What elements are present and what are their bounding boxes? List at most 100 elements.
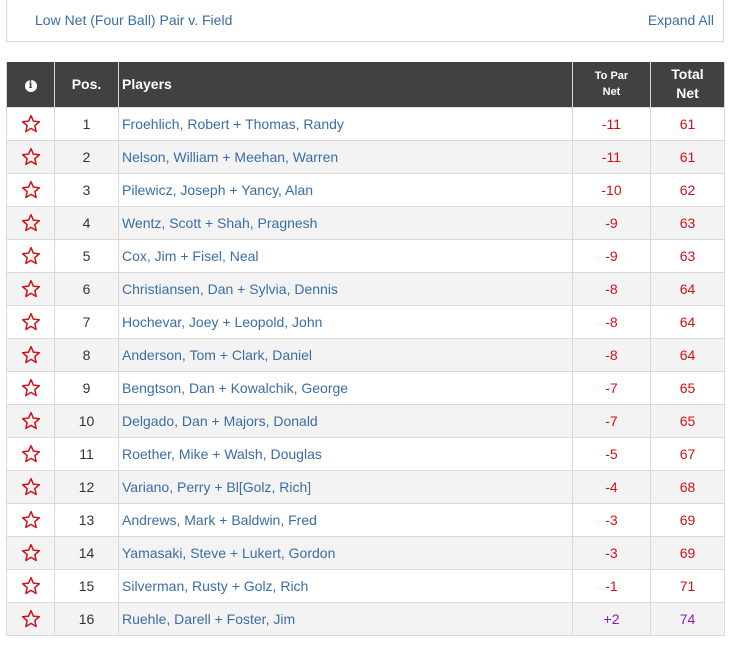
players-link[interactable]: Christiansen, Dan + Sylvia, Dennis xyxy=(118,271,573,306)
favorite-cell[interactable] xyxy=(6,403,55,438)
star-outline-icon[interactable] xyxy=(21,609,41,629)
table-header-row: i Pos. Players To Par Net Total Net xyxy=(6,62,725,107)
table-row[interactable]: 12 Variano, Perry + Bl[Golz, Rich] -4 68 xyxy=(6,469,725,504)
favorite-cell[interactable] xyxy=(6,601,55,636)
favorite-cell[interactable] xyxy=(6,568,55,603)
favorite-cell[interactable] xyxy=(6,106,55,141)
to-par-net-cell: -8 xyxy=(572,271,651,306)
position-cell: 6 xyxy=(54,271,119,306)
players-link[interactable]: Froehlich, Robert + Thomas, Randy xyxy=(118,106,573,141)
total-net-cell: 68 xyxy=(650,469,725,504)
position-cell: 4 xyxy=(54,205,119,240)
star-outline-icon[interactable] xyxy=(21,312,41,332)
favorite-cell[interactable] xyxy=(6,205,55,240)
players-link[interactable]: Delgado, Dan + Majors, Donald xyxy=(118,403,573,438)
favorite-cell[interactable] xyxy=(6,271,55,306)
position-cell: 11 xyxy=(54,436,119,471)
to-par-net-cell: -4 xyxy=(572,469,651,504)
favorite-cell[interactable] xyxy=(6,469,55,504)
favorite-cell[interactable] xyxy=(6,238,55,273)
to-par-net-cell: -3 xyxy=(572,502,651,537)
to-par-net-column-header: To Par Net xyxy=(572,62,651,107)
table-row[interactable]: 7 Hochevar, Joey + Leopold, John -8 64 xyxy=(6,304,725,339)
total-net-cell: 63 xyxy=(650,205,725,240)
star-outline-icon[interactable] xyxy=(21,378,41,398)
to-par-net-cell: -5 xyxy=(572,436,651,471)
leaderboard-header: Low Net (Four Ball) Pair v. Field Expand… xyxy=(6,0,724,42)
to-par-net-cell: -7 xyxy=(572,370,651,405)
favorite-cell[interactable] xyxy=(6,304,55,339)
star-outline-icon[interactable] xyxy=(21,345,41,365)
players-link[interactable]: Nelson, William + Meehan, Warren xyxy=(118,139,573,174)
table-row[interactable]: 10 Delgado, Dan + Majors, Donald -7 65 xyxy=(6,403,725,438)
players-link[interactable]: Variano, Perry + Bl[Golz, Rich] xyxy=(118,469,573,504)
players-link[interactable]: Wentz, Scott + Shah, Pragnesh xyxy=(118,205,573,240)
star-outline-icon[interactable] xyxy=(21,279,41,299)
total-net-cell: 62 xyxy=(650,172,725,207)
table-row[interactable]: 9 Bengtson, Dan + Kowalchik, George -7 65 xyxy=(6,370,725,405)
players-link[interactable]: Andrews, Mark + Baldwin, Fred xyxy=(118,502,573,537)
star-outline-icon[interactable] xyxy=(21,114,41,134)
info-column-header[interactable]: i xyxy=(6,62,55,107)
favorite-cell[interactable] xyxy=(6,370,55,405)
pos-column-header: Pos. xyxy=(54,62,119,107)
position-cell: 3 xyxy=(54,172,119,207)
players-link[interactable]: Silverman, Rusty + Golz, Rich xyxy=(118,568,573,603)
players-link[interactable]: Anderson, Tom + Clark, Daniel xyxy=(118,337,573,372)
players-link[interactable]: Bengtson, Dan + Kowalchik, George xyxy=(118,370,573,405)
players-link[interactable]: Yamasaki, Steve + Lukert, Gordon xyxy=(118,535,573,570)
favorite-cell[interactable] xyxy=(6,139,55,174)
table-row[interactable]: 5 Cox, Jim + Fisel, Neal -9 63 xyxy=(6,238,725,273)
expand-all-link[interactable]: Expand All xyxy=(648,12,714,28)
favorite-cell[interactable] xyxy=(6,337,55,372)
leaderboard-body: 1 Froehlich, Robert + Thomas, Randy -11 61 2… xyxy=(6,106,725,636)
to-par-net-cell: -9 xyxy=(572,238,651,273)
table-row[interactable]: 4 Wentz, Scott + Shah, Pragnesh -9 63 xyxy=(6,205,725,240)
star-outline-icon[interactable] xyxy=(21,543,41,563)
table-row[interactable]: 13 Andrews, Mark + Baldwin, Fred -3 69 xyxy=(6,502,725,537)
table-row[interactable]: 15 Silverman, Rusty + Golz, Rich -1 71 xyxy=(6,568,725,603)
to-par-header-line2: Net xyxy=(602,86,621,99)
star-outline-icon[interactable] xyxy=(21,477,41,497)
star-outline-icon[interactable] xyxy=(21,246,41,266)
players-link[interactable]: Cox, Jim + Fisel, Neal xyxy=(118,238,573,273)
star-outline-icon[interactable] xyxy=(21,576,41,596)
players-link[interactable]: Roether, Mike + Walsh, Douglas xyxy=(118,436,573,471)
star-outline-icon[interactable] xyxy=(21,213,41,233)
favorite-cell[interactable] xyxy=(6,172,55,207)
favorite-cell[interactable] xyxy=(6,436,55,471)
table-row[interactable]: 1 Froehlich, Robert + Thomas, Randy -11 61 xyxy=(6,106,725,141)
star-outline-icon[interactable] xyxy=(21,180,41,200)
total-net-cell: 74 xyxy=(650,601,725,636)
total-net-column-header: Total Net xyxy=(650,62,725,107)
to-par-net-cell: -8 xyxy=(572,337,651,372)
table-row[interactable]: 11 Roether, Mike + Walsh, Douglas -5 67 xyxy=(6,436,725,471)
table-row[interactable]: 8 Anderson, Tom + Clark, Daniel -8 64 xyxy=(6,337,725,372)
to-par-net-cell: -1 xyxy=(572,568,651,603)
table-row[interactable]: 14 Yamasaki, Steve + Lukert, Gordon -3 69 xyxy=(6,535,725,570)
to-par-net-cell: -11 xyxy=(572,139,651,174)
info-icon[interactable]: i xyxy=(24,80,37,93)
star-outline-icon[interactable] xyxy=(21,411,41,431)
leaderboard-title[interactable]: Low Net (Four Ball) Pair v. Field xyxy=(35,12,232,28)
star-outline-icon[interactable] xyxy=(21,510,41,530)
players-link[interactable]: Ruehle, Darell + Foster, Jim xyxy=(118,601,573,636)
players-link[interactable]: Hochevar, Joey + Leopold, John xyxy=(118,304,573,339)
table-row[interactable]: 16 Ruehle, Darell + Foster, Jim +2 74 xyxy=(6,601,725,636)
favorite-cell[interactable] xyxy=(6,535,55,570)
total-net-cell: 64 xyxy=(650,337,725,372)
total-net-cell: 61 xyxy=(650,106,725,141)
total-net-cell: 63 xyxy=(650,238,725,273)
favorite-cell[interactable] xyxy=(6,502,55,537)
table-row[interactable]: 6 Christiansen, Dan + Sylvia, Dennis -8 64 xyxy=(6,271,725,306)
players-link[interactable]: Pilewicz, Joseph + Yancy, Alan xyxy=(118,172,573,207)
to-par-header-line1: To Par xyxy=(594,70,629,83)
star-outline-icon[interactable] xyxy=(21,147,41,167)
table-row[interactable]: 3 Pilewicz, Joseph + Yancy, Alan -10 62 xyxy=(6,172,725,207)
total-net-header-line1: Total xyxy=(671,66,704,83)
to-par-net-cell: -10 xyxy=(572,172,651,207)
table-row[interactable]: 2 Nelson, William + Meehan, Warren -11 61 xyxy=(6,139,725,174)
star-outline-icon[interactable] xyxy=(21,444,41,464)
position-cell: 15 xyxy=(54,568,119,603)
total-net-cell: 64 xyxy=(650,304,725,339)
